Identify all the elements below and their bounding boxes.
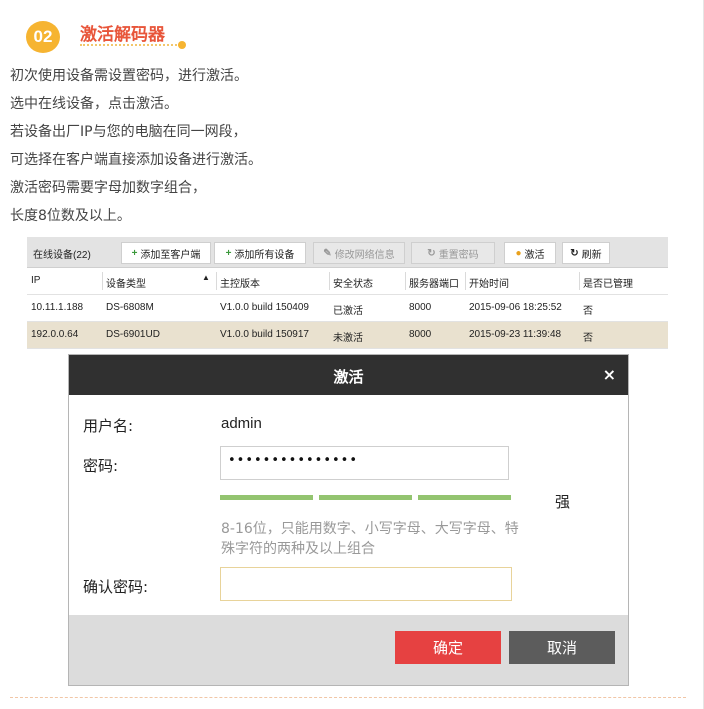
device-managed: 否 <box>583 306 593 317</box>
username-label: 用户名: <box>83 417 134 435</box>
column-header-version[interactable]: 主控版本 <box>220 275 260 290</box>
plus-icon: + <box>225 247 232 259</box>
password-field[interactable]: ••••••••••••••• <box>220 446 509 480</box>
device-managed: 否 <box>583 333 593 344</box>
device-version: V1.0.0 build 150409 <box>220 302 309 313</box>
column-divider <box>102 272 103 290</box>
bottom-divider <box>10 697 686 698</box>
column-divider <box>465 272 466 290</box>
device-security-status: 未激活 <box>333 333 363 344</box>
title-underline <box>80 44 180 46</box>
column-header-server-port[interactable]: 服务器端口 <box>409 275 459 290</box>
sort-ascending-icon: ▲ <box>202 273 210 282</box>
device-ip: 192.0.0.64 <box>31 329 79 340</box>
column-divider <box>405 272 406 290</box>
step-number-badge: 02 <box>26 21 60 53</box>
device-start-time: 2015-09-06 18:25:52 <box>469 302 562 313</box>
device-toolbar: 在线设备(22) + 添加至客户端 + 添加所有设备 ✎ 修改网络信息 ↻ 重置… <box>27 237 668 268</box>
column-divider <box>216 272 217 290</box>
column-divider <box>579 272 580 290</box>
device-security-status: 已激活 <box>333 306 363 317</box>
username-value: admin <box>221 415 262 432</box>
dialog-footer: 确定 取消 <box>69 615 628 685</box>
dialog-header: 激活 × <box>69 355 628 395</box>
activate-dialog: 激活 × 用户名: admin 密码: ••••••••••••••• 强 8-… <box>68 354 629 686</box>
intro-text: 初次使用设备需设置密码，进行激活。 选中在线设备，点击激活。 若设备出厂IP与您… <box>10 62 262 230</box>
column-header-managed[interactable]: 是否已管理 <box>583 275 633 290</box>
intro-line: 可选择在客户端直接添加设备进行激活。 <box>10 152 262 168</box>
add-all-label: 添加所有设备 <box>234 249 295 261</box>
strength-bar-segment <box>319 495 412 500</box>
device-version: V1.0.0 build 150917 <box>220 329 309 340</box>
add-to-client-button[interactable]: + 添加至客户端 <box>121 242 211 264</box>
device-row-selected[interactable]: 192.0.0.64 DS-6901UD V1.0.0 build 150917… <box>27 322 668 349</box>
password-value: ••••••••••••••• <box>228 453 359 468</box>
online-device-list: 在线设备(22) + 添加至客户端 + 添加所有设备 ✎ 修改网络信息 ↻ 重置… <box>27 237 668 349</box>
column-divider <box>329 272 330 290</box>
column-header-start-time[interactable]: 开始时间 <box>469 275 509 290</box>
reset-password-label: 重置密码 <box>438 249 479 261</box>
intro-line: 长度8位数及以上。 <box>10 208 131 224</box>
reset-icon: ↻ <box>427 247 436 259</box>
reset-password-button[interactable]: ↻ 重置密码 <box>411 242 495 264</box>
dialog-title: 激活 <box>333 368 364 386</box>
modify-network-label: 修改网络信息 <box>334 249 395 261</box>
intro-line: 初次使用设备需设置密码，进行激活。 <box>10 68 248 84</box>
pencil-icon: ✎ <box>323 247 332 259</box>
lightbulb-icon: ● <box>515 247 522 259</box>
online-device-count: 在线设备(22) <box>33 250 91 261</box>
confirm-password-field[interactable] <box>220 567 512 601</box>
step-number: 02 <box>33 27 53 46</box>
strength-bar-segment <box>418 495 511 500</box>
close-icon[interactable]: × <box>603 365 616 384</box>
activate-button[interactable]: ● 激活 <box>504 242 556 264</box>
refresh-label: 刷新 <box>581 249 602 261</box>
intro-line: 激活密码需要字母加数字组合， <box>10 180 206 196</box>
plus-icon: + <box>131 247 138 259</box>
confirm-password-label: 确认密码: <box>83 578 149 596</box>
device-port: 8000 <box>409 302 432 313</box>
device-ip: 10.11.1.188 <box>31 302 84 313</box>
strength-label: 强 <box>555 493 571 511</box>
add-all-devices-button[interactable]: + 添加所有设备 <box>214 242 306 264</box>
column-header-device-type[interactable]: 设备类型 <box>106 275 146 290</box>
password-label: 密码: <box>83 457 119 475</box>
refresh-icon: ↻ <box>570 247 579 259</box>
strength-bar-segment <box>220 495 313 500</box>
title-dot <box>178 41 186 49</box>
confirm-button[interactable]: 确定 <box>395 631 501 664</box>
column-header-ip[interactable]: IP <box>31 275 40 286</box>
password-hint: 8-16位，只能用数字、小写字母、大写字母、特殊字符的两种及以上组合 <box>221 521 519 557</box>
column-header-security-status[interactable]: 安全状态 <box>333 275 373 290</box>
device-port: 8000 <box>409 329 432 340</box>
step-title: 激活解码器 <box>80 25 165 45</box>
activate-label: 激活 <box>524 249 545 261</box>
modify-network-button[interactable]: ✎ 修改网络信息 <box>313 242 405 264</box>
intro-line: 选中在线设备，点击激活。 <box>10 96 178 112</box>
cancel-button[interactable]: 取消 <box>509 631 615 664</box>
intro-line: 若设备出厂IP与您的电脑在同一网段， <box>10 124 247 140</box>
device-start-time: 2015-09-23 11:39:48 <box>469 329 562 340</box>
device-table-header: IP 设备类型 ▲ 主控版本 安全状态 服务器端口 开始时间 是否已管理 <box>27 268 668 295</box>
device-type: DS-6808M <box>106 302 154 313</box>
refresh-button[interactable]: ↻ 刷新 <box>562 242 610 264</box>
device-row[interactable]: 10.11.1.188 DS-6808M V1.0.0 build 150409… <box>27 295 668 322</box>
add-to-client-label: 添加至客户端 <box>140 249 201 261</box>
device-type: DS-6901UD <box>106 329 160 340</box>
